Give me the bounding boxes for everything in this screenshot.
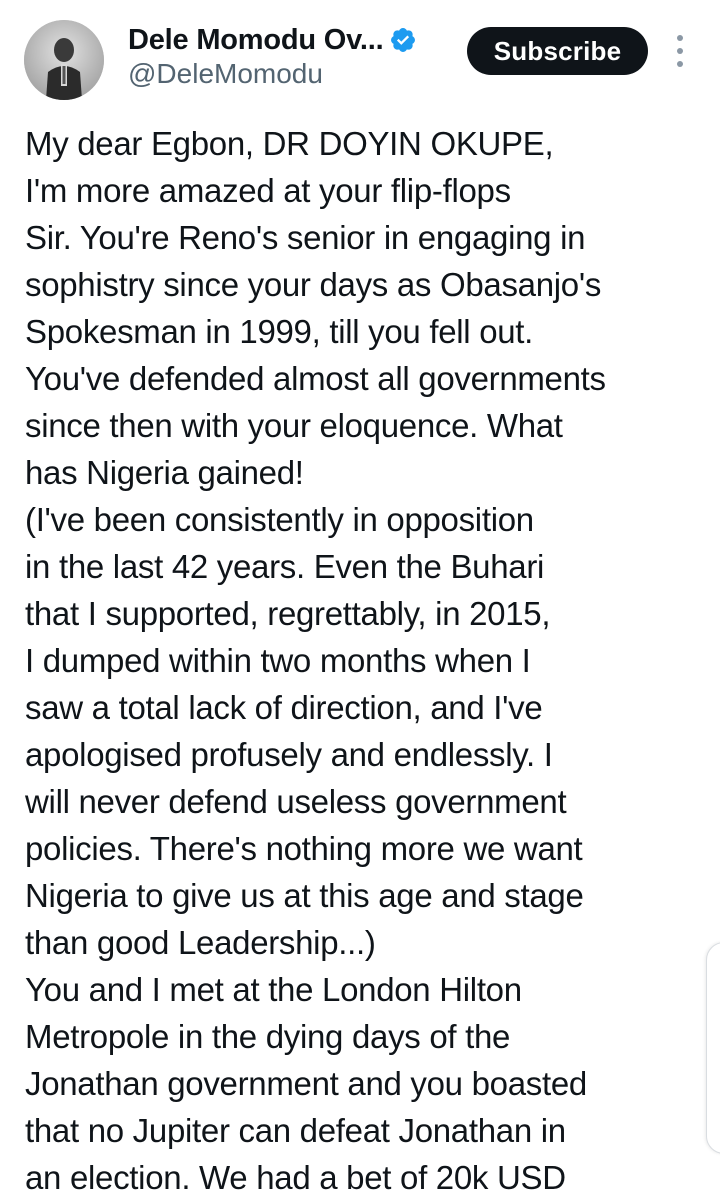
tweet-text-line: Sir. You're Reno's senior in engaging in (25, 219, 586, 256)
tweet-text-line: will never defend useless government (25, 783, 567, 820)
tweet-text-line: saw a total lack of direction, and I've (25, 689, 543, 726)
tweet-text-line: My dear Egbon, DR DOYIN OKUPE, (25, 125, 554, 162)
tweet-text-line: (I've been consistently in opposition (25, 501, 534, 538)
more-options-icon[interactable] (668, 35, 692, 67)
subscribe-button[interactable]: Subscribe (467, 27, 648, 75)
tweet-text-line: apologised profusely and endlessly. I (25, 736, 553, 773)
tweet-header: Dele Momodu Ov... @DeleMomodu Subscribe (0, 0, 720, 112)
avatar-photo-icon (24, 20, 104, 100)
author-handle[interactable]: @DeleMomodu (128, 58, 323, 90)
tweet-text-line: in the last 42 years. Even the Buhari (25, 548, 545, 585)
verified-badge-icon (389, 26, 417, 54)
tweet-text-line: policies. There's nothing more we want (25, 830, 583, 867)
author-display-name[interactable]: Dele Momodu Ov... (128, 24, 384, 57)
tweet-text-line: You've defended almost all governments (25, 360, 606, 397)
tweet-text-line: an election. We had a bet of 20k USD (25, 1159, 566, 1196)
floating-action-edge[interactable] (706, 942, 720, 1154)
tweet-text-line: sophistry since your days as Obasanjo's (25, 266, 602, 303)
tweet-text-line: Spokesman in 1999, till you fell out. (25, 313, 534, 350)
tweet-text-line: since then with your eloquence. What (25, 407, 563, 444)
author-name-row[interactable]: Dele Momodu Ov... (128, 22, 417, 58)
tweet-text-line: Metropole in the dying days of the (25, 1018, 511, 1055)
tweet-text-line: Nigeria to give us at this age and stage (25, 877, 584, 914)
tweet-text-line: than good Leadership...) (25, 924, 376, 961)
tweet-text-line: I dumped within two months when I (25, 642, 531, 679)
tweet-text-line: that no Jupiter can defeat Jonathan in (25, 1112, 566, 1149)
tweet-text-line: I'm more amazed at your flip-flops (25, 172, 511, 209)
tweet-text: My dear Egbon, DR DOYIN OKUPE, I'm more … (25, 120, 715, 1201)
tweet-text-line: that I supported, regrettably, in 2015, (25, 595, 551, 632)
more-dot (677, 48, 683, 54)
more-dot (677, 35, 683, 41)
tweet-text-line: Jonathan government and you boasted (25, 1065, 587, 1102)
author-avatar[interactable] (24, 20, 104, 100)
tweet-text-line: has Nigeria gained! (25, 454, 304, 491)
more-dot (677, 61, 683, 67)
tweet-text-line: You and I met at the London Hilton (25, 971, 522, 1008)
